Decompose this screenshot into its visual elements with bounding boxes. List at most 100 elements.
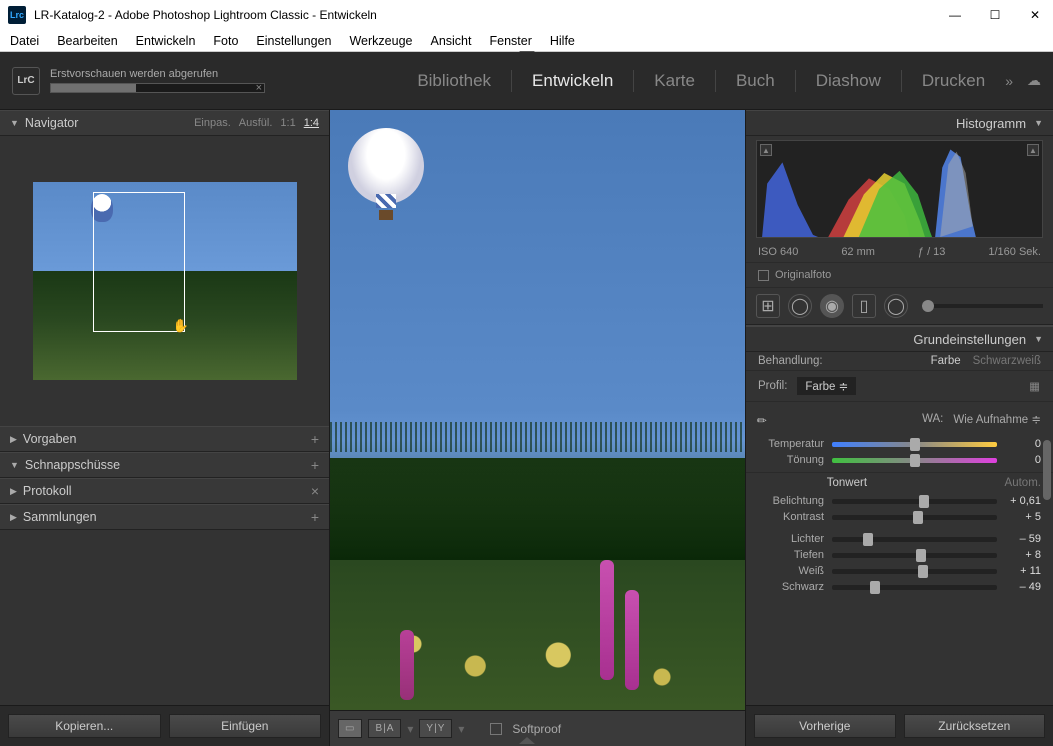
treatment-label: Behandlung: [758,355,823,367]
toenung-slider[interactable] [832,458,997,463]
tiefen-value[interactable]: + 8 [1005,549,1041,561]
profile-browser-icon[interactable]: ▦ [1029,379,1041,393]
protokoll-clear-icon[interactable]: × [311,483,319,499]
module-overflow-icon[interactable]: » [1005,73,1013,89]
tool-size-slider[interactable] [922,304,1043,308]
belichtung-value[interactable]: + 0,61 [1005,495,1041,507]
spot-tool-icon[interactable]: ◯ [788,294,812,318]
menu-entwickeln[interactable]: Entwickeln [136,34,196,48]
weiss-slider[interactable] [832,569,997,574]
navigator-preview[interactable]: ✋ [0,136,329,426]
softproof-checkbox[interactable] [490,723,502,735]
kontrast-value[interactable]: + 5 [1005,511,1041,523]
triangle-down-icon [10,460,19,470]
before-after-lr-button[interactable]: B|A [368,719,401,738]
close-button[interactable]: ✕ [1025,5,1045,25]
photo-content [348,128,424,223]
shadow-clip-icon[interactable]: ▲ [760,144,772,156]
menu-ansicht[interactable]: Ansicht [430,34,471,48]
menubar: Datei Bearbeiten Entwickeln Foto Einstel… [0,30,1053,52]
menu-foto[interactable]: Foto [213,34,238,48]
module-bibliothek[interactable]: Bibliothek [411,71,497,91]
paste-settings-button[interactable]: Einfügen [169,714,322,738]
menu-fenster[interactable]: Fenster [489,34,531,48]
basic-panel-header[interactable]: Grundeinstellungen ▼ [746,326,1053,352]
minimize-button[interactable]: — [945,5,965,25]
menu-datei[interactable]: Datei [10,34,39,48]
histogram-header[interactable]: Histogramm ▼ [746,110,1053,136]
toenung-value[interactable]: 0 [1005,454,1041,466]
temperatur-value[interactable]: 0 [1005,438,1041,450]
menu-hilfe[interactable]: Hilfe [550,34,575,48]
navigator-header[interactable]: Navigator Einpas. Ausfül. 1:1 1:4 [0,110,329,136]
copy-settings-button[interactable]: Kopieren... [8,714,161,738]
center-area: ▭ B|A ▾ Y|Y ▾ Softproof [330,110,745,746]
before-after-tb-button[interactable]: Y|Y [419,719,452,738]
zoom-fit[interactable]: Einpas. [194,117,231,129]
tonwert-title: Tonwert [827,477,867,489]
tiefen-slider[interactable] [832,553,997,558]
schwarz-label: Schwarz [746,581,824,593]
maximize-button[interactable]: ☐ [985,5,1005,25]
eyedropper-icon[interactable]: ✎ [753,403,784,434]
original-photo-toggle[interactable]: Originalfoto [746,262,1053,287]
zoom-ratio[interactable]: 1:4 [304,117,319,129]
exif-focal: 62 mm [841,246,875,258]
schwarz-value[interactable]: – 49 [1005,581,1041,593]
menu-werkzeuge[interactable]: Werkzeuge [349,34,412,48]
module-drucken[interactable]: Drucken [916,71,991,91]
sammlungen-add-icon[interactable]: + [311,509,319,525]
schnappschuesse-header[interactable]: Schnappschüsse + [0,452,329,478]
vorgaben-header[interactable]: Vorgaben + [0,426,329,452]
zoom-fill[interactable]: Ausfül. [239,117,273,129]
left-panel: Navigator Einpas. Ausfül. 1:1 1:4 ✋ Vorg… [0,110,330,746]
lichter-slider[interactable] [832,537,997,542]
schwarz-slider[interactable] [832,585,997,590]
collapse-bottom-arrow-icon[interactable] [519,737,535,744]
module-karte[interactable]: Karte [648,71,701,91]
navigator-crop-frame[interactable] [93,192,185,332]
identity-module-bar: LrC Erstvorschauen werden abgerufen × Bi… [0,52,1053,110]
module-buch[interactable]: Buch [730,71,781,91]
reset-button[interactable]: Zurücksetzen [904,714,1046,738]
treatment-bw[interactable]: Schwarzweiß [973,355,1041,367]
right-scrollbar[interactable] [1043,240,1051,706]
photo-loupe-view[interactable] [330,110,745,710]
redeye-tool-icon[interactable]: ◉ [820,294,844,318]
weiss-value[interactable]: + 11 [1005,565,1041,577]
histogram-display[interactable]: ▲ ▲ [756,140,1043,238]
lichter-value[interactable]: – 59 [1005,533,1041,545]
zoom-1-1[interactable]: 1:1 [280,117,295,129]
module-diashow[interactable]: Diashow [810,71,887,91]
triangle-right-icon [10,486,17,497]
menu-bearbeiten[interactable]: Bearbeiten [57,34,117,48]
cloud-sync-icon[interactable]: ☁ [1027,72,1041,89]
temperatur-label: Temperatur [746,438,824,450]
module-entwickeln[interactable]: Entwickeln [526,71,619,91]
previous-button[interactable]: Vorherige [754,714,896,738]
belichtung-slider[interactable] [832,499,997,504]
original-label: Originalfoto [775,269,831,281]
identity-logo-icon: LrC [12,67,40,95]
treatment-color[interactable]: Farbe [931,355,961,367]
loupe-view-button[interactable]: ▭ [338,719,362,738]
checkbox-icon[interactable] [758,270,769,281]
crop-tool-icon[interactable]: ⊞ [756,294,780,318]
auto-tone-button[interactable]: Autom. [1005,477,1041,489]
temperatur-slider[interactable] [832,442,997,447]
triangle-down-icon: ▼ [1034,118,1043,128]
profile-select[interactable]: Farbe ≑ [797,377,856,395]
sammlungen-header[interactable]: Sammlungen + [0,504,329,530]
vorgaben-add-icon[interactable]: + [311,431,319,447]
progress-cancel-icon[interactable]: × [256,82,262,94]
wa-select[interactable]: Wie Aufnahme ≑ [953,412,1041,426]
menu-einstellungen[interactable]: Einstellungen [256,34,331,48]
radial-tool-icon[interactable]: ◯ [884,294,908,318]
progress-bar: × [50,83,265,93]
app-logo-icon: Lrc [8,6,26,24]
protokoll-header[interactable]: Protokoll × [0,478,329,504]
schnappschuesse-add-icon[interactable]: + [311,457,319,473]
kontrast-slider[interactable] [832,515,997,520]
highlight-clip-icon[interactable]: ▲ [1027,144,1039,156]
gradient-tool-icon[interactable]: ▯ [852,294,876,318]
